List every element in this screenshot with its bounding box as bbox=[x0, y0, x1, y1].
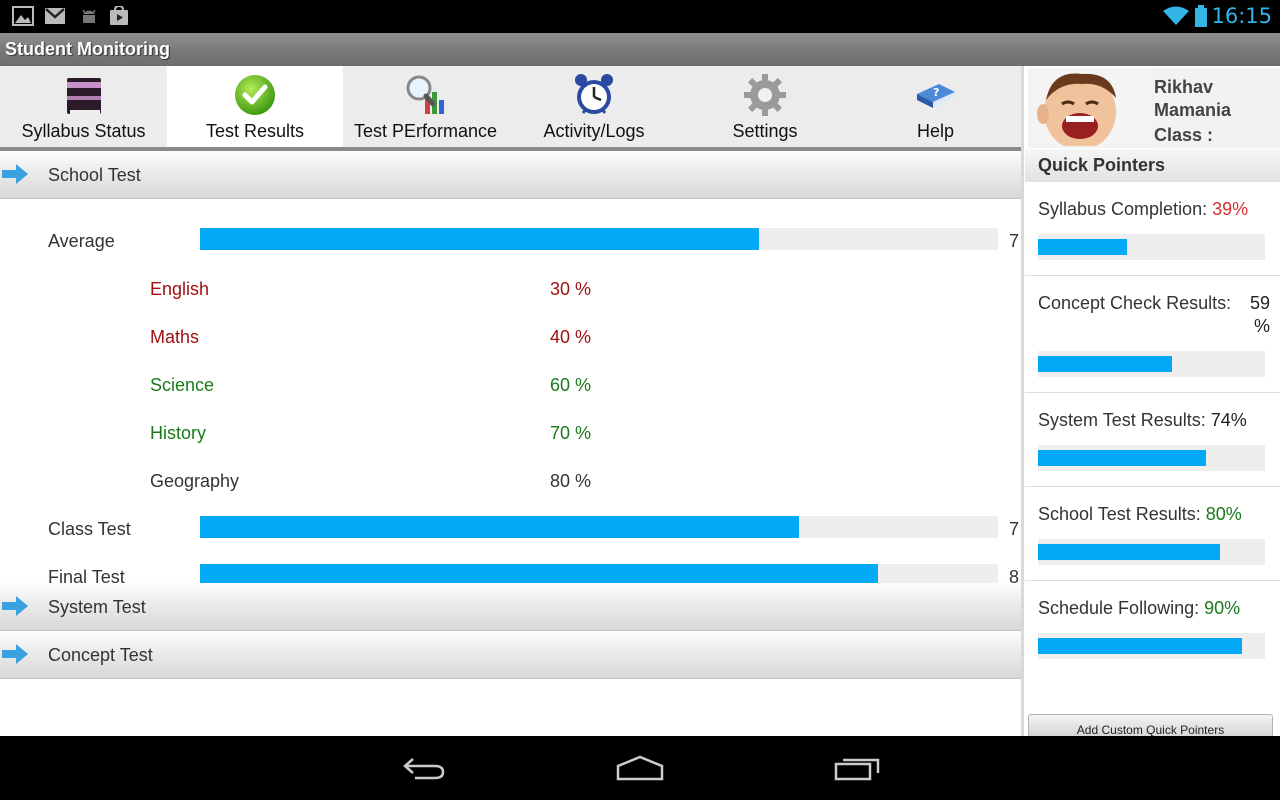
section-system-test[interactable]: System Test bbox=[0, 583, 1021, 631]
qp-concept-check: Concept Check Results: 59 % bbox=[1025, 276, 1280, 393]
qp-value: 74% bbox=[1210, 410, 1247, 430]
subject-value-maths: 40 % bbox=[550, 327, 592, 347]
qp-progress-bar bbox=[1038, 633, 1265, 659]
app-title-bar: Student Monitoring bbox=[0, 33, 1280, 66]
final-test-label: Final Test bbox=[48, 567, 125, 583]
qp-progress-bar bbox=[1038, 539, 1265, 565]
class-test-value: 7 bbox=[1009, 519, 1020, 539]
tab-settings[interactable]: Settings bbox=[680, 66, 850, 147]
qp-value: 90% bbox=[1204, 598, 1241, 618]
tab-syllabus-status[interactable]: Syllabus Status bbox=[0, 66, 167, 147]
subject-name-english: English bbox=[150, 279, 210, 299]
main-content: Syllabus Status Test Results Test PErfor… bbox=[0, 66, 1280, 737]
gmail-icon bbox=[44, 6, 66, 26]
class-test-label: Class Test bbox=[48, 519, 131, 539]
qp-label: Syllabus Completion: bbox=[1038, 199, 1208, 219]
qp-value: 80% bbox=[1205, 504, 1242, 524]
arrow-right-icon bbox=[2, 164, 28, 184]
qp-progress-fill bbox=[1038, 239, 1127, 255]
green-check-icon bbox=[232, 72, 278, 118]
final-test-progress-fill bbox=[200, 564, 879, 583]
section-concept-test[interactable]: Concept Test bbox=[0, 631, 1021, 679]
subject-value-science: 60 % bbox=[550, 375, 592, 395]
add-custom-quick-pointers-button[interactable]: Add Custom Quick Pointers bbox=[1028, 714, 1273, 737]
wifi-icon bbox=[1162, 6, 1190, 26]
qp-school-test: School Test Results: 80% bbox=[1025, 487, 1280, 581]
qp-progress-fill bbox=[1038, 450, 1206, 466]
image-icon bbox=[12, 6, 34, 26]
quick-pointers-header: Quick Pointers bbox=[1025, 149, 1280, 182]
class-test-progress-fill bbox=[200, 516, 799, 538]
qp-value: 59 % bbox=[1249, 293, 1270, 336]
qp-label: Schedule Following: bbox=[1038, 598, 1200, 618]
back-icon[interactable] bbox=[394, 750, 454, 786]
tab-activity-logs[interactable]: Activity/Logs bbox=[508, 66, 680, 147]
average-label: Average bbox=[48, 231, 115, 251]
app-title: Student Monitoring bbox=[5, 39, 170, 59]
qp-label: Concept Check Results: bbox=[1038, 293, 1232, 313]
geography-clip-mask bbox=[0, 461, 1021, 559]
tab-bar: Syllabus Status Test Results Test PErfor… bbox=[0, 66, 1021, 151]
arrow-right-icon bbox=[2, 596, 28, 616]
android-debug-icon bbox=[78, 6, 100, 26]
qp-progress-fill bbox=[1038, 544, 1220, 560]
battery-icon bbox=[1193, 5, 1209, 27]
status-bar: 16:15 bbox=[0, 0, 1280, 33]
qp-label: School Test Results: bbox=[1038, 504, 1201, 524]
section-school-test[interactable]: School Test bbox=[0, 151, 1021, 199]
help-book-icon: ? bbox=[913, 72, 959, 118]
qp-progress-bar bbox=[1038, 445, 1265, 471]
student-name: Rikhav Mamania bbox=[1154, 76, 1231, 122]
subject-name-science: Science bbox=[150, 375, 215, 395]
average-progress-fill bbox=[200, 228, 759, 250]
student-first-name: Rikhav bbox=[1154, 77, 1214, 97]
subject-name-maths: Maths bbox=[150, 327, 200, 347]
subject-value-english: 30 % bbox=[550, 279, 592, 299]
qp-progress-fill bbox=[1038, 356, 1172, 372]
final-test-progress-bar bbox=[200, 564, 998, 583]
average-progress-bar bbox=[200, 228, 998, 250]
status-clock: 16:15 bbox=[1211, 4, 1272, 28]
svg-text:?: ? bbox=[933, 86, 939, 99]
student-class-label: Class : bbox=[1154, 125, 1214, 145]
qp-progress-bar bbox=[1038, 234, 1265, 260]
qp-progress-bar bbox=[1038, 351, 1265, 377]
notebook-icon bbox=[61, 72, 107, 118]
subject-name-history: History bbox=[150, 423, 207, 443]
final-test-value: 8 bbox=[1009, 567, 1020, 583]
student-last-name: Mamania bbox=[1154, 100, 1232, 120]
gear-icon bbox=[742, 72, 788, 118]
tab-test-performance[interactable]: Test PErformance bbox=[343, 66, 508, 147]
qp-label: System Test Results: bbox=[1038, 410, 1206, 430]
tab-help[interactable]: ? Help bbox=[850, 66, 1021, 147]
play-store-icon bbox=[108, 6, 130, 26]
qp-syllabus-completion: Syllabus Completion: 39% bbox=[1025, 182, 1280, 276]
system-nav-bar bbox=[0, 736, 1280, 800]
magnifier-chart-icon bbox=[403, 72, 449, 118]
tab-test-results[interactable]: Test Results bbox=[167, 66, 343, 147]
qp-value: 39% bbox=[1212, 199, 1249, 219]
average-value: 7 bbox=[1009, 231, 1020, 251]
arrow-right-icon bbox=[2, 644, 28, 664]
recent-apps-icon[interactable] bbox=[828, 750, 888, 786]
student-profile-card: Rikhav Mamania Class : bbox=[1028, 68, 1280, 148]
avatar bbox=[1032, 70, 1150, 146]
qp-schedule-following: Schedule Following: 90% bbox=[1025, 581, 1280, 675]
subject-value-history: 70 % bbox=[550, 423, 592, 443]
alarm-clock-icon bbox=[571, 72, 617, 118]
class-test-progress-bar bbox=[200, 516, 998, 538]
home-icon[interactable] bbox=[610, 750, 670, 786]
school-test-details: Average 7 English 30 % Maths 40 % Scienc… bbox=[0, 199, 1021, 583]
right-panel: Rikhav Mamania Class : Quick Pointers Syl… bbox=[1021, 66, 1280, 737]
qp-progress-fill bbox=[1038, 638, 1243, 654]
qp-system-test: System Test Results: 74% bbox=[1025, 393, 1280, 487]
